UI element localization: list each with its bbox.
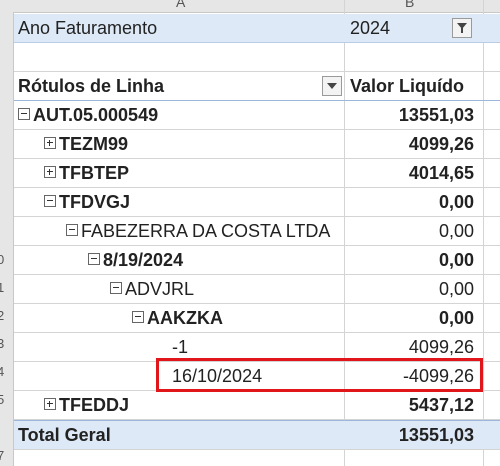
expand-icon[interactable] xyxy=(44,166,56,179)
empty-row xyxy=(14,43,500,72)
row-value: 4014,65 xyxy=(408,163,474,183)
row-label-text: AUT.05.000549 xyxy=(33,105,159,125)
collapse-icon[interactable] xyxy=(88,253,100,266)
pivot-row[interactable]: TFDVGJ 0,00 xyxy=(14,188,500,217)
row-header-strip: 0 1 2 3 4 5 7 xyxy=(0,12,14,466)
pivot-row[interactable]: AAKZKA 0,00 xyxy=(14,304,500,333)
row-label: TFBTEP xyxy=(44,159,129,187)
pivot-row[interactable]: FABEZERRA DA COSTA LTDA 0,00 xyxy=(14,217,500,246)
row-labels-filter-button[interactable] xyxy=(322,76,342,96)
value-header: Valor Liquído xyxy=(350,76,465,96)
row-label-text: ADVJRL xyxy=(125,279,195,299)
chevron-down-icon xyxy=(327,83,337,89)
row-label: TFEDDJ xyxy=(44,391,129,419)
row-label: AAKZKA xyxy=(132,304,223,332)
pivot-row[interactable]: AUT.05.000549 13551,03 xyxy=(14,101,500,130)
row-label-text: TFDVGJ xyxy=(59,192,131,212)
row-label-text: TEZM99 xyxy=(59,134,129,154)
row-value: 0,00 xyxy=(438,192,474,212)
highlight-box xyxy=(156,358,483,392)
row-number[interactable]: 7 xyxy=(0,448,4,463)
row-label: 8/19/2024 xyxy=(88,246,183,274)
row-number[interactable]: 5 xyxy=(0,392,4,407)
collapse-icon[interactable] xyxy=(44,195,56,208)
filter-label: Ano Faturamento xyxy=(18,18,158,38)
funnel-stem-icon xyxy=(461,28,463,33)
row-label-text: TFEDDJ xyxy=(59,395,130,415)
pivot-row[interactable]: TFEDDJ 5437,12 xyxy=(14,391,500,420)
row-label: ADVJRL xyxy=(110,275,194,303)
pivot-row[interactable]: ADVJRL 0,00 xyxy=(14,275,500,304)
pivot-row[interactable]: 8/19/2024 0,00 xyxy=(14,246,500,275)
collapse-icon[interactable] xyxy=(18,108,30,121)
row-value: 4099,26 xyxy=(408,337,474,357)
total-label: Total Geral xyxy=(18,425,111,445)
row-value: 0,00 xyxy=(438,250,474,270)
row-value: 4099,26 xyxy=(408,134,474,154)
report-filter-row: Ano Faturamento 2024 xyxy=(14,14,500,43)
row-label-text: FABEZERRA DA COSTA LTDA xyxy=(81,221,331,241)
row-number[interactable]: 0 xyxy=(0,252,4,267)
grand-total-row[interactable]: Total Geral 13551,03 xyxy=(14,420,500,450)
row-labels-header: Rótulos de Linha xyxy=(18,76,164,96)
collapse-icon[interactable] xyxy=(132,311,144,324)
row-value: 0,00 xyxy=(438,279,474,299)
column-letter-b[interactable]: B xyxy=(405,0,414,10)
column-letter-a[interactable]: A xyxy=(176,0,185,10)
row-label-text: TFBTEP xyxy=(59,163,129,183)
expand-icon[interactable] xyxy=(44,398,56,411)
collapse-icon[interactable] xyxy=(110,282,122,295)
row-value: 0,00 xyxy=(438,308,474,328)
row-label-text: 8/19/2024 xyxy=(103,250,184,270)
pivot-header-row: Rótulos de Linha Valor Liquído xyxy=(14,72,500,101)
pivot-row[interactable]: TEZM99 4099,26 xyxy=(14,130,500,159)
column-header-strip: A B xyxy=(0,0,500,13)
row-label: TFDVGJ xyxy=(44,188,130,216)
row-label: AUT.05.000549 xyxy=(18,101,158,129)
total-value: 13551,03 xyxy=(398,425,474,445)
row-number[interactable]: 3 xyxy=(0,336,4,351)
filter-value[interactable]: 2024 xyxy=(350,14,390,42)
row-number[interactable]: 2 xyxy=(0,308,4,323)
row-label: TEZM99 xyxy=(44,130,128,158)
filter-dropdown-button[interactable] xyxy=(452,18,472,38)
collapse-icon[interactable] xyxy=(66,224,78,237)
row-label: FABEZERRA DA COSTA LTDA xyxy=(66,217,330,245)
row-value: 5437,12 xyxy=(408,395,474,415)
row-number[interactable]: 1 xyxy=(0,280,4,295)
row-number[interactable]: 4 xyxy=(0,364,4,379)
expand-icon[interactable] xyxy=(44,137,56,150)
pivot-row[interactable]: TFBTEP 4014,65 xyxy=(14,159,500,188)
row-label: -1 xyxy=(172,337,189,357)
row-value: 0,00 xyxy=(438,221,474,241)
row-label-text: AAKZKA xyxy=(147,308,223,328)
row-value: 13551,03 xyxy=(398,105,474,125)
